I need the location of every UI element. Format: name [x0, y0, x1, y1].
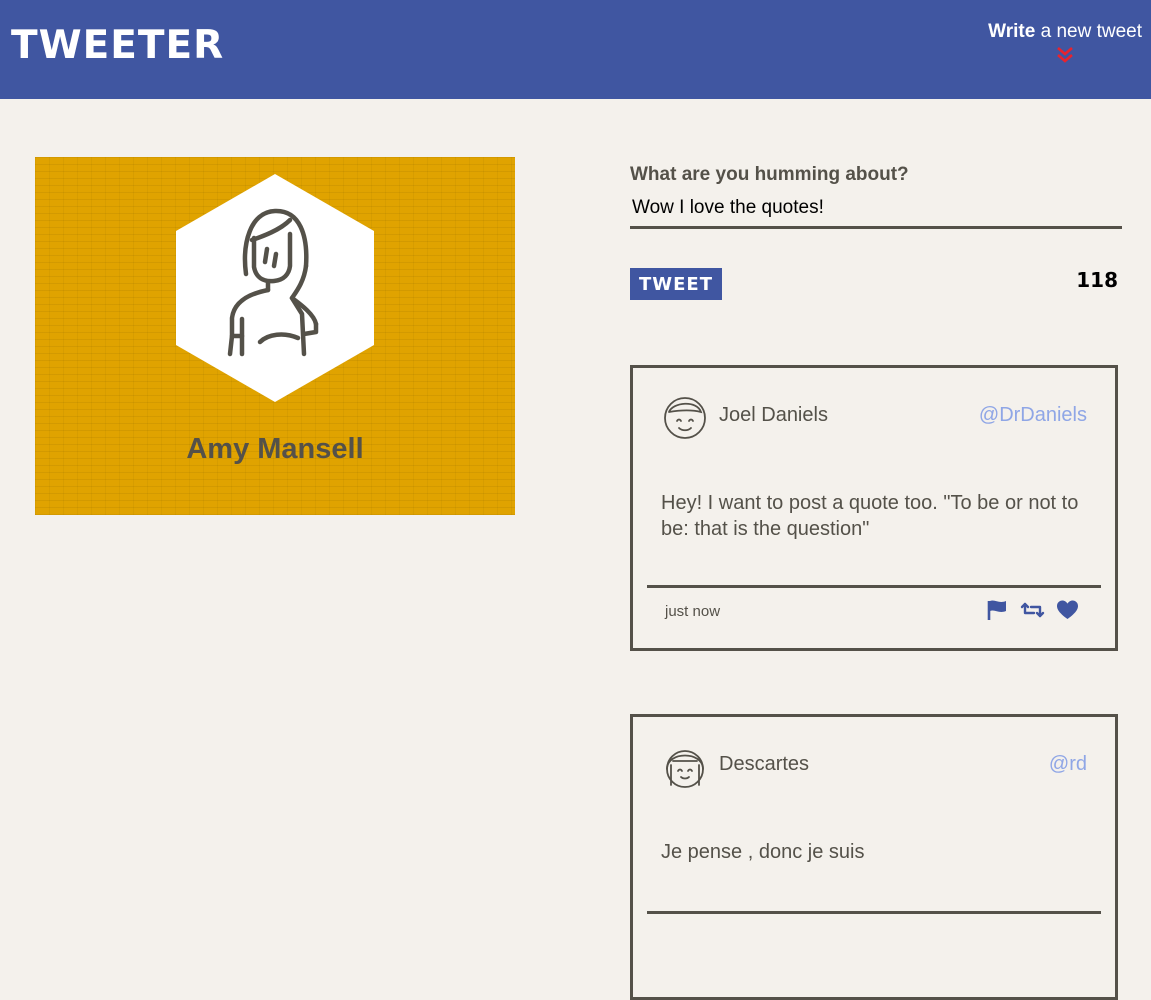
compose-form: What are you humming about?: [630, 164, 1122, 229]
compose-toggle-bold: Write: [988, 21, 1036, 42]
heart-icon[interactable]: [1055, 598, 1080, 622]
tweet-author-handle[interactable]: @DrDaniels: [979, 404, 1087, 427]
tweet-submit-button[interactable]: TWEET: [630, 268, 722, 300]
profile-name: Amy Mansell: [186, 433, 364, 465]
man-avatar-icon: [663, 394, 707, 442]
write-new-tweet-toggle[interactable]: Write a new tweet: [988, 21, 1142, 64]
tweet-timestamp: just now: [665, 603, 721, 620]
girl-avatar-icon: [663, 743, 707, 791]
tweet-author-handle[interactable]: @rd: [1049, 753, 1087, 776]
compose-toggle-text: a new tweet: [1035, 21, 1142, 42]
tweet-card: Joel Daniels @DrDaniels Hey! I want to p…: [630, 365, 1118, 651]
tweet-divider: [647, 911, 1101, 914]
double-chevron-down-icon[interactable]: [1055, 46, 1075, 64]
compose-label: What are you humming about?: [630, 164, 909, 185]
tweet-text: Hey! I want to post a quote too. "To be …: [661, 492, 1079, 540]
tweet-text-input[interactable]: [630, 190, 1122, 229]
character-counter: 118: [1076, 268, 1118, 292]
flag-icon[interactable]: [985, 598, 1010, 622]
tweet-card: Descartes @rd Je pense , donc je suis: [630, 714, 1118, 1000]
tweet-text: Je pense , donc je suis: [661, 841, 865, 863]
profile-card: Amy Mansell: [35, 157, 515, 515]
app-logo[interactable]: TWEETER: [11, 22, 224, 70]
tweet-divider: [647, 585, 1101, 588]
tweet-author-name: Joel Daniels: [719, 404, 828, 426]
tweet-actions: [985, 598, 1080, 622]
woman-avatar-icon: [176, 174, 374, 402]
tweet-author-name: Descartes: [719, 753, 810, 775]
top-nav: TWEETER Write a new tweet: [0, 0, 1151, 99]
retweet-icon[interactable]: [1020, 598, 1045, 622]
